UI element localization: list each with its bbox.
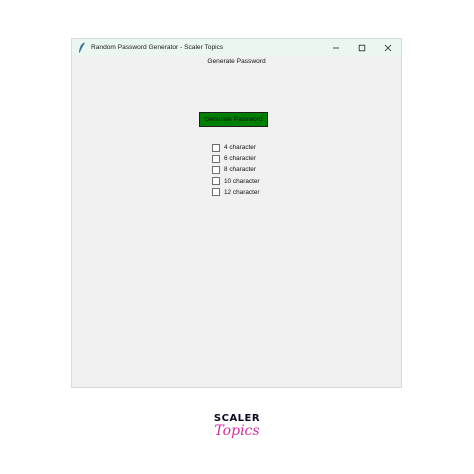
maximize-icon: [358, 39, 366, 57]
maximize-button[interactable]: [349, 39, 375, 56]
title-bar[interactable]: Random Password Generator - Scaler Topic…: [72, 39, 401, 56]
screenshot-stage: Random Password Generator - Scaler Topic…: [0, 0, 474, 474]
option-12-character[interactable]: 12 character: [212, 187, 260, 198]
option-label: 8 character: [224, 166, 256, 174]
option-label: 4 character: [224, 144, 256, 152]
minimize-icon: [332, 39, 340, 57]
option-8-character[interactable]: 8 character: [212, 164, 260, 175]
checkbox[interactable]: [212, 188, 220, 197]
option-6-character[interactable]: 6 character: [212, 153, 260, 164]
length-options: 4 character 6 character 8 character 10 c…: [212, 142, 260, 198]
option-label: 12 character: [224, 188, 260, 196]
checkbox[interactable]: [212, 165, 220, 174]
option-10-character[interactable]: 10 character: [212, 176, 260, 187]
window-controls: [323, 39, 401, 56]
window-title: Random Password Generator - Scaler Topic…: [91, 44, 224, 51]
close-icon: [384, 39, 392, 57]
option-4-character[interactable]: 4 character: [212, 142, 260, 153]
checkbox[interactable]: [212, 154, 220, 163]
scaler-topics-logo: SCALER Topics: [0, 413, 474, 439]
app-window: Random Password Generator - Scaler Topic…: [71, 38, 402, 388]
option-label: 6 character: [224, 155, 256, 163]
option-label: 10 character: [224, 177, 260, 185]
close-button[interactable]: [375, 39, 401, 56]
checkbox[interactable]: [212, 143, 220, 152]
checkbox[interactable]: [212, 177, 220, 186]
minimize-button[interactable]: [323, 39, 349, 56]
page-heading: Generate Password: [207, 58, 266, 65]
logo-script: Topics: [214, 423, 260, 439]
feather-icon: [76, 42, 88, 54]
generate-password-button[interactable]: Generate Password: [199, 112, 268, 127]
